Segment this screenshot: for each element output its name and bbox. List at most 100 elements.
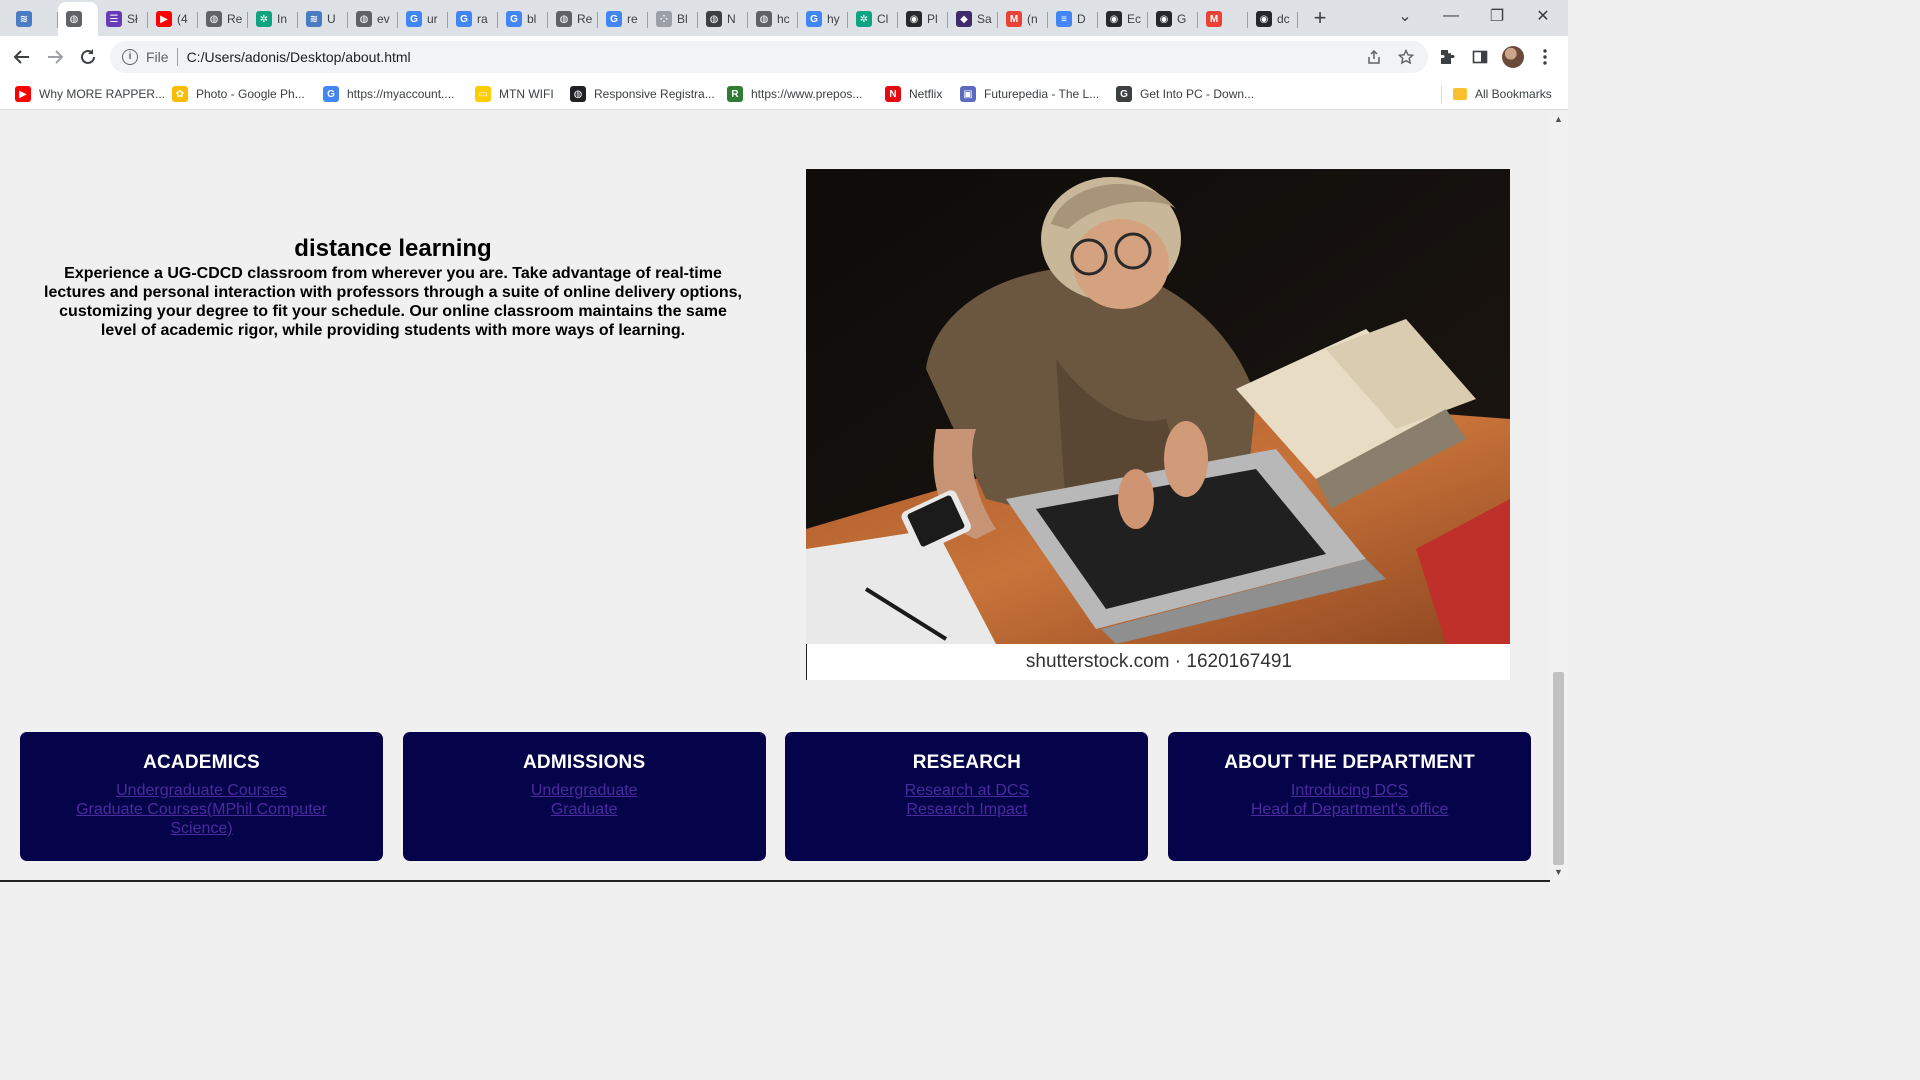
card-link[interactable]: Research Impact bbox=[785, 800, 1148, 819]
new-tab-button[interactable]: + bbox=[1306, 4, 1334, 32]
all-bookmarks-button[interactable]: All Bookmarks bbox=[1453, 84, 1552, 104]
card-title: RESEARCH bbox=[912, 752, 1021, 773]
bookmark-item[interactable]: Rhttps://www.prepos... bbox=[727, 84, 862, 104]
browser-tab[interactable]: ◉ dc bbox=[1248, 2, 1298, 36]
bookmark-item[interactable]: Ghttps://myaccount.... bbox=[323, 84, 454, 104]
prepostseo-icon: R bbox=[727, 86, 743, 102]
browser-tab[interactable]: M bbox=[1198, 2, 1248, 36]
side-panel-icon[interactable] bbox=[1467, 44, 1493, 70]
github-icon: ◉ bbox=[1156, 11, 1172, 27]
taskbar-edge bbox=[0, 880, 1550, 882]
restore-button[interactable]: ❐ bbox=[1474, 0, 1520, 32]
browser-tab[interactable]: ⁘ Bl bbox=[648, 2, 698, 36]
tab-title: (n bbox=[1027, 12, 1038, 26]
bookmark-item[interactable]: ◍ Responsive Registra... bbox=[570, 84, 715, 104]
extensions-icon[interactable] bbox=[1434, 44, 1460, 70]
browser-tab[interactable]: ≡ D bbox=[1048, 2, 1098, 36]
card-link[interactable]: Introducing DCS bbox=[1168, 781, 1531, 800]
bookmark-item[interactable]: ▣ Futurepedia - The L... bbox=[960, 84, 1099, 104]
url-text[interactable]: C:/Users/adonis/Desktop/about.html bbox=[187, 49, 411, 65]
back-button[interactable] bbox=[7, 42, 37, 72]
card-link[interactable]: Graduate bbox=[403, 800, 766, 819]
globe-icon: ◍ bbox=[706, 11, 722, 27]
tab-title: Bl bbox=[677, 12, 688, 26]
scrollbar-thumb[interactable] bbox=[1553, 672, 1564, 865]
scroll-down-arrow-icon[interactable]: ▼ bbox=[1554, 867, 1563, 877]
tab-title: bl bbox=[527, 12, 537, 26]
close-window-button[interactable]: ✕ bbox=[1520, 0, 1566, 32]
bookmark-item[interactable]: ▭ MTN WIFI bbox=[475, 84, 554, 104]
browser-tab[interactable]: Gra bbox=[448, 2, 498, 36]
shield-icon: ◆ bbox=[956, 11, 972, 27]
google-icon: G bbox=[506, 11, 522, 27]
browser-tab[interactable]: ✲ Cl bbox=[848, 2, 898, 36]
card-link[interactable]: Head of Department's office bbox=[1168, 800, 1531, 819]
openai-icon: ✲ bbox=[856, 11, 872, 27]
forward-button[interactable] bbox=[40, 42, 70, 72]
tab-title: ra bbox=[477, 12, 488, 26]
google-icon: G bbox=[406, 11, 422, 27]
browser-tab[interactable]: ✲ In bbox=[248, 2, 298, 36]
browser-tab[interactable]: ◉ G bbox=[1148, 2, 1198, 36]
card-link[interactable]: Research at DCS bbox=[785, 781, 1148, 800]
youtube-icon: ▶ bbox=[15, 86, 31, 102]
forms-icon: ☰ bbox=[106, 11, 122, 27]
google-icon: G bbox=[606, 11, 622, 27]
section-heading: distance learning bbox=[294, 235, 492, 262]
scroll-up-arrow-icon[interactable]: ▲ bbox=[1554, 114, 1563, 124]
browser-tab[interactable]: ◍ Re bbox=[548, 2, 598, 36]
browser-tab[interactable]: Gbl bbox=[498, 2, 548, 36]
tab-strip: ≋ ◍ ☰ Sł ▶ (4 ◍ Re ✲ In ≋ U ◍ ev Gur Gra Gbl ◍ Re Gre ⁘ Bl ◍ N ◍… bbox=[0, 0, 1568, 36]
nav-card: ABOUT THE DEPARTMENT Introducing DCS Head … bbox=[1168, 732, 1532, 861]
browser-tab[interactable]: ≋ bbox=[8, 2, 58, 36]
globe-icon: ◍ bbox=[206, 11, 222, 27]
browser-tab[interactable]: Gre bbox=[598, 2, 648, 36]
footer-nav-cards: ACADEMICS Undergraduate Courses Graduate C… bbox=[20, 732, 1532, 862]
menu-kebab-icon[interactable] bbox=[1532, 44, 1558, 70]
globe-icon: ◍ bbox=[66, 11, 82, 27]
browser-tab[interactable]: ◉ Pl bbox=[898, 2, 948, 36]
address-divider bbox=[176, 48, 178, 66]
bookmark-item[interactable]: N Netflix bbox=[885, 84, 942, 104]
bookmark-item[interactable]: ✿ Photo - Google Ph... bbox=[172, 84, 305, 104]
browser-tab[interactable]: ▶ (4 bbox=[148, 2, 198, 36]
card-link[interactable]: Graduate Courses(MPhil Computer Science) bbox=[20, 800, 383, 838]
site-info-icon[interactable]: i bbox=[122, 49, 138, 65]
bookmark-item[interactable]: ▶ Why MORE RAPPER... bbox=[15, 84, 165, 104]
minimize-button[interactable]: — bbox=[1428, 0, 1474, 32]
browser-tab[interactable]: ◉ Ec bbox=[1098, 2, 1148, 36]
browser-tab[interactable]: ◆ Sa bbox=[948, 2, 998, 36]
bookmark-label: Why MORE RAPPER... bbox=[39, 87, 166, 101]
hubs-icon: ≋ bbox=[16, 11, 32, 27]
share-icon[interactable] bbox=[1362, 45, 1386, 69]
globe-icon: ◍ bbox=[570, 86, 586, 102]
browser-tab[interactable]: ≋ U bbox=[298, 2, 348, 36]
bookmark-label: Photo - Google Ph... bbox=[196, 87, 305, 101]
tab-title: Ec bbox=[1127, 12, 1142, 26]
address-bar[interactable]: i File C:/Users/adonis/Desktop/about.htm… bbox=[110, 41, 1428, 73]
github-icon: ◉ bbox=[1256, 11, 1272, 27]
browser-tab[interactable]: ◍ N bbox=[698, 2, 748, 36]
browser-tab[interactable]: M (n bbox=[998, 2, 1048, 36]
globe-icon: ◍ bbox=[756, 11, 772, 27]
browser-tab[interactable]: Gur bbox=[398, 2, 448, 36]
browser-tab[interactable]: ☰ Sł bbox=[98, 2, 148, 36]
tab-title: Re bbox=[227, 12, 243, 26]
bookmark-star-icon[interactable] bbox=[1394, 45, 1418, 69]
bookmark-item[interactable]: G Get Into PC - Down... bbox=[1116, 84, 1254, 104]
bookmark-label: Netflix bbox=[909, 87, 943, 101]
profile-avatar[interactable] bbox=[1502, 46, 1524, 68]
browser-tab[interactable]: ◍ bbox=[58, 2, 98, 36]
card-link[interactable]: Undergraduate Courses bbox=[20, 781, 383, 800]
page-scrollbar[interactable]: ▲ ▼ bbox=[1550, 110, 1568, 882]
browser-tab[interactable]: ◍ Re bbox=[198, 2, 248, 36]
browser-tab[interactable]: Ghy bbox=[798, 2, 848, 36]
reload-button[interactable] bbox=[73, 42, 103, 72]
bookmarks-bar: ▶ Why MORE RAPPER... ✿ Photo - Google Ph...… bbox=[0, 78, 1568, 110]
tab-search-button[interactable]: ⌄ bbox=[1382, 0, 1428, 32]
browser-toolbar: i File C:/Users/adonis/Desktop/about.htm… bbox=[0, 36, 1568, 78]
browser-tab[interactable]: ◍ hc bbox=[748, 2, 798, 36]
bookmark-label: https://www.prepos... bbox=[751, 87, 863, 101]
browser-tab[interactable]: ◍ ev bbox=[348, 2, 398, 36]
card-link[interactable]: Undergraduate bbox=[403, 781, 766, 800]
